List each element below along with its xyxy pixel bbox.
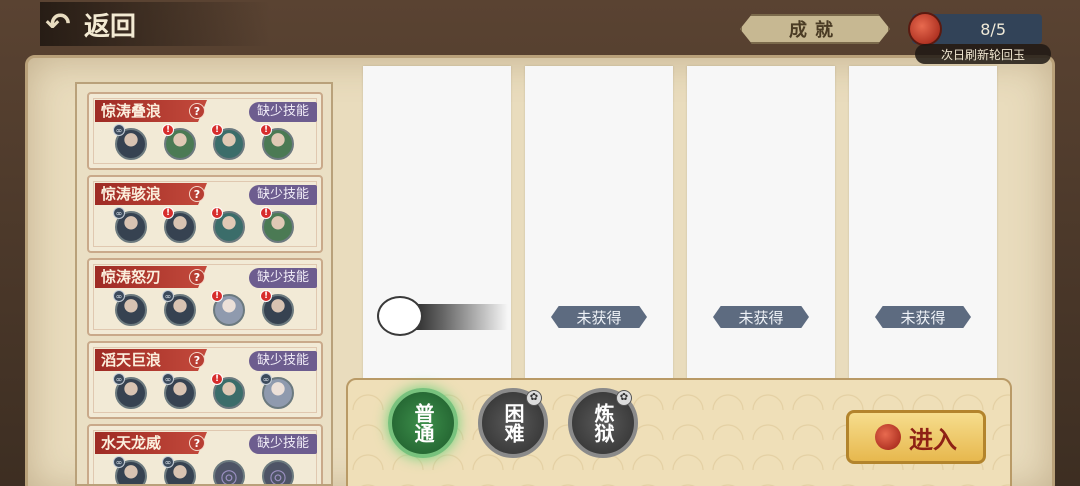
hero-avatar[interactable]: ∞	[113, 207, 147, 243]
hero-avatar[interactable]: !	[162, 207, 196, 243]
refresh-note: 次日刷新轮回玉	[915, 44, 1051, 64]
hero-row: ∞ ! ! !	[113, 124, 294, 160]
warning-icon: !	[260, 290, 272, 302]
hero-avatar[interactable]: ∞	[113, 456, 147, 484]
back-button[interactable]: ↶ 返回	[40, 2, 270, 46]
not-obtained-label: 未获得	[551, 306, 647, 328]
hero-avatar[interactable]: !	[211, 207, 245, 243]
hero-avatar[interactable]: ∞	[113, 290, 147, 326]
warning-icon: !	[260, 124, 272, 136]
hero-avatar[interactable]: !	[211, 373, 245, 409]
link-icon: ∞	[113, 207, 125, 219]
help-icon[interactable]: ?	[189, 352, 205, 368]
difficulty-hard-button[interactable]: 困难 ✿	[478, 388, 548, 458]
warning-icon: !	[211, 373, 223, 385]
hero-row: ∞ ∞	[113, 456, 294, 484]
stage-card[interactable]: 滔天巨浪 ? 缺少技能 ∞ ∞ ! ∞	[87, 341, 323, 419]
hero-avatar[interactable]: ∞	[162, 373, 196, 409]
hero-avatar[interactable]: !	[211, 124, 245, 160]
link-icon: ∞	[113, 373, 125, 385]
missing-skill-tag: 缺少技能	[248, 102, 317, 122]
link-icon: ∞	[260, 373, 272, 385]
enter-button[interactable]: 进入	[846, 410, 986, 464]
stage-card[interactable]: 惊涛怒刃 ? 缺少技能 ∞ ∞ ! !	[87, 258, 323, 336]
stage-list[interactable]: 惊涛叠浪 ? 缺少技能 ∞ ! ! ! 惊涛骇浪 ? 缺少技能 ∞ ! ! ! …	[75, 82, 333, 486]
hero-avatar[interactable]: ∞	[162, 456, 196, 484]
help-icon[interactable]: ?	[189, 186, 205, 202]
stage-card[interactable]: 惊涛骇浪 ? 缺少技能 ∞ ! ! !	[87, 175, 323, 253]
achievement-label: 成就	[789, 20, 841, 41]
difficulty-hard-label: 困难	[501, 403, 525, 443]
hero-avatar[interactable]: !	[260, 290, 294, 326]
not-obtained-label: 未获得	[875, 306, 971, 328]
difficulty-purgatory-label: 炼狱	[591, 403, 615, 443]
hero-avatar[interactable]: !	[260, 124, 294, 160]
empty-hero-slot[interactable]	[262, 460, 294, 484]
link-icon: ∞	[162, 373, 174, 385]
hero-avatar[interactable]: ∞	[162, 290, 196, 326]
hero-row: ∞ ! ! !	[113, 207, 294, 243]
hero-avatar[interactable]: !	[162, 124, 196, 160]
link-icon: ∞	[113, 456, 125, 468]
warning-icon: !	[162, 207, 174, 219]
warning-icon: !	[260, 207, 272, 219]
jade-count: 8/5	[980, 19, 1006, 39]
warning-icon: !	[162, 124, 174, 136]
stage-card[interactable]: 水天龙威 ? 缺少技能 ∞ ∞	[87, 424, 323, 484]
link-icon: ∞	[162, 290, 174, 302]
hero-avatar[interactable]: ∞	[260, 373, 294, 409]
progress-slider-knob[interactable]	[377, 296, 423, 336]
warning-icon: !	[211, 207, 223, 219]
hero-row: ∞ ∞ ! ∞	[113, 373, 294, 409]
warning-icon: !	[211, 124, 223, 136]
link-icon: ∞	[162, 456, 174, 468]
difficulty-purgatory-button[interactable]: 炼狱 ✿	[568, 388, 638, 458]
hero-avatar[interactable]: !	[260, 207, 294, 243]
empty-hero-slot[interactable]	[213, 460, 245, 484]
hero-row: ∞ ∞ ! !	[113, 290, 294, 326]
stage-card[interactable]: 惊涛叠浪 ? 缺少技能 ∞ ! ! !	[87, 92, 323, 170]
lock-icon: ✿	[526, 390, 542, 406]
jade-orb-icon	[908, 12, 942, 46]
link-icon: ∞	[113, 290, 125, 302]
back-arrow-icon: ↶	[45, 6, 71, 42]
not-obtained-label: 未获得	[713, 306, 809, 328]
lock-icon: ✿	[616, 390, 632, 406]
missing-skill-tag: 缺少技能	[248, 185, 317, 205]
help-icon[interactable]: ?	[189, 269, 205, 285]
warning-icon: !	[211, 290, 223, 302]
hero-avatar[interactable]: ∞	[113, 124, 147, 160]
help-icon[interactable]: ?	[189, 103, 205, 119]
difficulty-normal-button[interactable]: 普通	[388, 388, 458, 458]
reward-card[interactable]: 未获得	[525, 66, 673, 382]
missing-skill-tag: 缺少技能	[248, 268, 317, 288]
achievement-button[interactable]: 成就	[740, 14, 890, 44]
hero-avatar[interactable]: !	[211, 290, 245, 326]
reward-card[interactable]	[363, 66, 511, 382]
enter-label: 进入	[909, 425, 957, 454]
missing-skill-tag: 缺少技能	[248, 434, 317, 454]
hero-avatar[interactable]: ∞	[113, 373, 147, 409]
back-label: 返回	[84, 11, 137, 42]
reward-card[interactable]: 未获得	[687, 66, 835, 382]
help-icon[interactable]: ?	[189, 435, 205, 451]
reward-card[interactable]: 未获得	[849, 66, 997, 382]
missing-skill-tag: 缺少技能	[248, 351, 317, 371]
difficulty-normal-label: 普通	[411, 403, 435, 443]
link-icon: ∞	[113, 124, 125, 136]
jade-orb-icon	[875, 424, 901, 450]
